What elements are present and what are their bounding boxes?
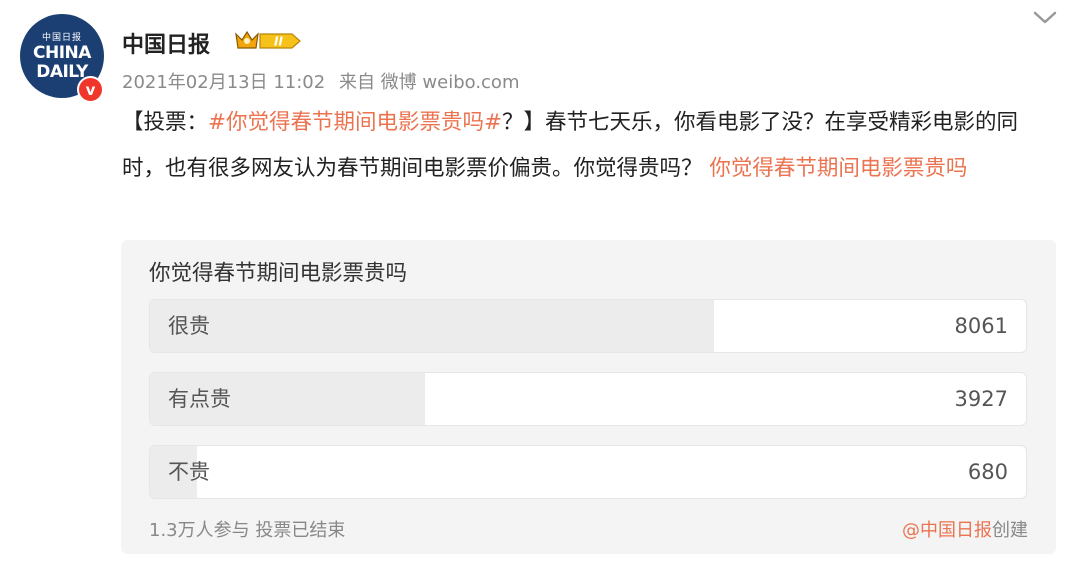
poll-participants: 1.3万人参与 xyxy=(149,520,250,541)
poll-option-count: 8061 xyxy=(954,314,1008,338)
creator-suffix: 创建 xyxy=(992,520,1028,541)
poll-option[interactable]: 很贵 8061 xyxy=(149,299,1027,353)
username[interactable]: 中国日报 xyxy=(122,27,210,59)
poll-creator: @中国日报创建 xyxy=(902,516,1028,542)
text-segment: 【投票： xyxy=(122,110,209,135)
poll-footer: 1.3万人参与 投票已结束 xyxy=(149,516,345,542)
poll-card: 你觉得春节期间电影票贵吗 很贵 8061 有点贵 3927 不贵 680 1.3… xyxy=(121,240,1056,554)
poll-option-count: 3927 xyxy=(954,387,1008,411)
poll-title: 你觉得春节期间电影票贵吗 xyxy=(149,261,408,286)
crown-vip-icon[interactable]: II xyxy=(234,28,304,54)
poll-topic-link[interactable]: 你觉得春节期间电影票贵吗 xyxy=(709,156,967,181)
svg-text:II: II xyxy=(274,35,283,49)
chevron-down-icon[interactable] xyxy=(1030,8,1060,28)
poll-option[interactable]: 有点贵 3927 xyxy=(149,372,1027,426)
poll-option-label: 不贵 xyxy=(168,460,210,484)
poll-option-label: 很贵 xyxy=(168,314,210,338)
creator-link[interactable]: @中国日报 xyxy=(902,520,992,541)
hashtag-link[interactable]: #你觉得春节期间电影票贵吗# xyxy=(208,110,502,135)
avatar-line1: CHINA xyxy=(33,43,91,63)
poll-status: 投票已结束 xyxy=(255,520,346,541)
poll-option-bar xyxy=(150,300,715,352)
post-source: 来自 微博 weibo.com xyxy=(338,72,520,93)
post-meta: 2021年02月13日 11:02 来自 微博 weibo.com xyxy=(122,68,527,94)
timestamp[interactable]: 2021年02月13日 11:02 xyxy=(122,72,325,93)
verified-badge-icon: v xyxy=(77,76,104,103)
avatar-top-text: 中国日报 xyxy=(41,33,82,43)
poll-option[interactable]: 不贵 680 xyxy=(149,445,1027,499)
weibo-post: 中国日报 CHINA DAILY v 中国日报 II 2021年02月13日 1… xyxy=(0,0,1080,569)
poll-option-label: 有点贵 xyxy=(168,387,231,411)
post-text: 【投票：#你觉得春节期间电影票贵吗#？】春节七天乐，你看电影了没？在享受精彩电影… xyxy=(122,100,1057,192)
poll-option-count: 680 xyxy=(967,460,1008,484)
